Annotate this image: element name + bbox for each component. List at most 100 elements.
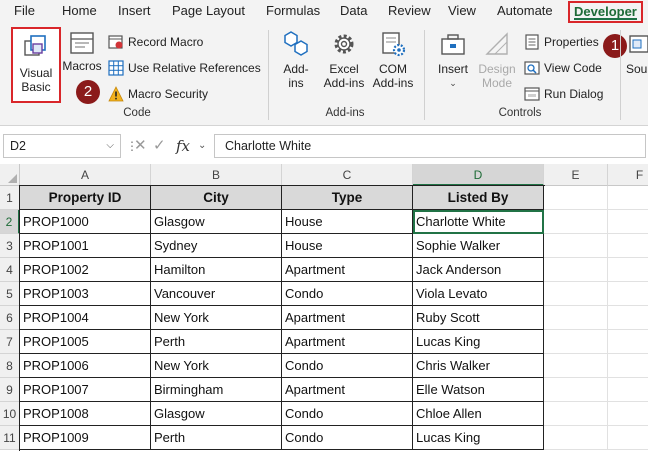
table-cell[interactable]: Apartment bbox=[282, 330, 413, 354]
tab-home[interactable]: Home bbox=[62, 0, 97, 22]
column-header-b[interactable]: B bbox=[151, 164, 282, 186]
table-cell[interactable]: Chris Walker bbox=[413, 354, 544, 378]
row-header-2[interactable]: 2 bbox=[0, 210, 20, 234]
row-header-4[interactable]: 4 bbox=[0, 258, 20, 282]
row-header-1[interactable]: 1 bbox=[0, 186, 20, 210]
tab-page-layout[interactable]: Page Layout bbox=[172, 0, 245, 22]
design-mode-button[interactable]: Design Mode bbox=[474, 30, 520, 90]
empty-cell[interactable] bbox=[544, 402, 608, 426]
tab-formulas[interactable]: Formulas bbox=[266, 0, 320, 22]
empty-cell[interactable] bbox=[544, 426, 608, 450]
empty-cell[interactable] bbox=[544, 282, 608, 306]
table-cell[interactable]: PROP1003 bbox=[20, 282, 151, 306]
tab-developer[interactable]: Developer bbox=[568, 1, 643, 23]
record-macro-button[interactable]: Record Macro bbox=[108, 32, 258, 52]
table-header-cell[interactable]: Listed By bbox=[413, 186, 544, 210]
column-header-a[interactable]: A bbox=[20, 164, 151, 186]
table-cell[interactable]: House bbox=[282, 210, 413, 234]
empty-cell[interactable] bbox=[608, 234, 648, 258]
tab-data[interactable]: Data bbox=[340, 0, 367, 22]
empty-cell[interactable] bbox=[544, 354, 608, 378]
table-cell[interactable]: PROP1008 bbox=[20, 402, 151, 426]
table-cell[interactable]: Condo bbox=[282, 426, 413, 450]
table-cell[interactable]: Birmingham bbox=[151, 378, 282, 402]
table-cell[interactable]: Ruby Scott bbox=[413, 306, 544, 330]
table-cell[interactable]: PROP1006 bbox=[20, 354, 151, 378]
row-header-6[interactable]: 6 bbox=[0, 306, 20, 330]
view-code-button[interactable]: View Code bbox=[524, 58, 604, 78]
empty-cell[interactable] bbox=[544, 258, 608, 282]
empty-cell[interactable] bbox=[608, 210, 648, 234]
empty-cell[interactable] bbox=[544, 234, 608, 258]
add-ins-button[interactable]: Add- ins bbox=[278, 30, 314, 90]
empty-cell[interactable] bbox=[608, 426, 648, 450]
table-cell[interactable]: Glasgow bbox=[151, 402, 282, 426]
table-cell[interactable]: Elle Watson bbox=[413, 378, 544, 402]
table-cell[interactable]: Apartment bbox=[282, 378, 413, 402]
row-header-10[interactable]: 10 bbox=[0, 402, 20, 426]
table-cell[interactable]: Apartment bbox=[282, 306, 413, 330]
tab-insert[interactable]: Insert bbox=[118, 0, 151, 22]
row-header-3[interactable]: 3 bbox=[0, 234, 20, 258]
table-cell[interactable]: Sophie Walker bbox=[413, 234, 544, 258]
empty-cell[interactable] bbox=[608, 354, 648, 378]
table-cell[interactable]: Condo bbox=[282, 282, 413, 306]
use-relative-references-button[interactable]: Use Relative References bbox=[108, 58, 268, 78]
cancel-icon[interactable]: ✕ bbox=[134, 134, 147, 158]
column-header-d[interactable]: D bbox=[413, 164, 544, 186]
table-cell[interactable]: PROP1002 bbox=[20, 258, 151, 282]
table-header-cell[interactable]: Type bbox=[282, 186, 413, 210]
table-header-cell[interactable]: Property ID bbox=[20, 186, 151, 210]
selected-cell-d2[interactable]: Charlotte White bbox=[413, 210, 544, 234]
table-cell[interactable]: Apartment bbox=[282, 258, 413, 282]
tab-review[interactable]: Review bbox=[388, 0, 431, 22]
table-cell[interactable]: Perth bbox=[151, 330, 282, 354]
table-cell[interactable]: Lucas King bbox=[413, 426, 544, 450]
properties-button[interactable]: Properties bbox=[524, 32, 604, 52]
empty-cell[interactable] bbox=[544, 330, 608, 354]
empty-cell[interactable] bbox=[544, 210, 608, 234]
macros-button[interactable]: Macros bbox=[62, 29, 102, 89]
tab-file[interactable]: File bbox=[14, 0, 35, 22]
com-add-ins-button[interactable]: COM Add-ins bbox=[370, 30, 416, 90]
table-cell[interactable]: Perth bbox=[151, 426, 282, 450]
source-button[interactable]: Sou bbox=[626, 30, 648, 76]
row-header-7[interactable]: 7 bbox=[0, 330, 20, 354]
table-cell[interactable]: PROP1004 bbox=[20, 306, 151, 330]
table-cell[interactable]: Condo bbox=[282, 402, 413, 426]
visual-basic-button[interactable]: Visual Basic bbox=[11, 27, 61, 103]
table-cell[interactable]: PROP1009 bbox=[20, 426, 151, 450]
tab-automate[interactable]: Automate bbox=[497, 0, 553, 22]
table-cell[interactable]: PROP1007 bbox=[20, 378, 151, 402]
empty-cell[interactable] bbox=[608, 258, 648, 282]
formula-input[interactable]: Charlotte White bbox=[214, 134, 646, 158]
table-cell[interactable]: Glasgow bbox=[151, 210, 282, 234]
table-cell[interactable]: Hamilton bbox=[151, 258, 282, 282]
empty-cell[interactable] bbox=[608, 186, 648, 210]
tab-view[interactable]: View bbox=[448, 0, 476, 22]
table-cell[interactable]: Viola Levato bbox=[413, 282, 544, 306]
table-cell[interactable]: PROP1001 bbox=[20, 234, 151, 258]
run-dialog-button[interactable]: Run Dialog bbox=[524, 84, 604, 104]
empty-cell[interactable] bbox=[608, 378, 648, 402]
table-cell[interactable]: PROP1000 bbox=[20, 210, 151, 234]
table-header-cell[interactable]: City bbox=[151, 186, 282, 210]
row-header-5[interactable]: 5 bbox=[0, 282, 20, 306]
row-header-11[interactable]: 11 bbox=[0, 426, 20, 450]
table-cell[interactable]: House bbox=[282, 234, 413, 258]
select-all-button[interactable] bbox=[0, 164, 20, 186]
table-cell[interactable]: PROP1005 bbox=[20, 330, 151, 354]
empty-cell[interactable] bbox=[544, 378, 608, 402]
insert-control-button[interactable]: Insert ⌄ bbox=[434, 30, 472, 90]
table-cell[interactable]: Vancouver bbox=[151, 282, 282, 306]
row-header-8[interactable]: 8 bbox=[0, 354, 20, 378]
table-cell[interactable]: New York bbox=[151, 354, 282, 378]
name-box[interactable]: D2 ⌵ bbox=[3, 134, 121, 158]
table-cell[interactable]: Condo bbox=[282, 354, 413, 378]
empty-cell[interactable] bbox=[544, 306, 608, 330]
empty-cell[interactable] bbox=[608, 402, 648, 426]
column-header-e[interactable]: E bbox=[544, 164, 608, 186]
chevron-down-icon[interactable]: ⌄ bbox=[198, 134, 206, 158]
row-header-9[interactable]: 9 bbox=[0, 378, 20, 402]
insert-function-icon[interactable]: fx bbox=[176, 134, 190, 158]
